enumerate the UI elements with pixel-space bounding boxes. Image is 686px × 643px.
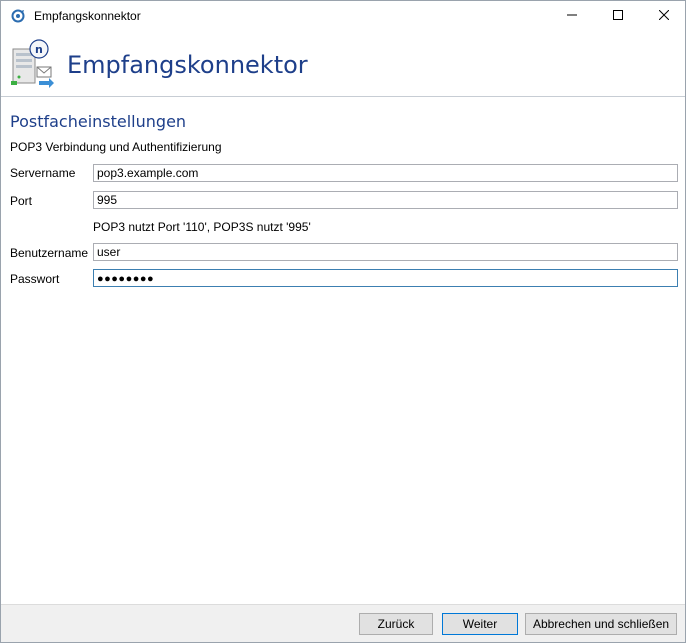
passwort-input[interactable] <box>93 269 678 287</box>
close-icon <box>658 9 670 23</box>
benutzername-input[interactable] <box>93 243 678 261</box>
passwort-label: Passwort <box>10 272 60 286</box>
dialog-window: Empfangskonnektor n Empfangskonnektor Po… <box>0 0 686 643</box>
servername-label: Servername <box>10 166 76 180</box>
password-masked-value: ●●●●●●●● <box>97 273 155 285</box>
svg-text:n: n <box>35 43 43 56</box>
port-hint: POP3 nutzt Port '110', POP3S nutzt '995' <box>93 220 311 234</box>
header-title: Empfangskonnektor <box>67 51 308 79</box>
window-title: Empfangskonnektor <box>34 9 141 23</box>
servername-input[interactable] <box>93 164 678 182</box>
maximize-button[interactable] <box>595 1 641 31</box>
port-label: Port <box>10 194 33 208</box>
benutzername-label: Benutzername <box>10 246 89 260</box>
maximize-icon <box>613 9 623 23</box>
cancel-close-button[interactable]: Abbrechen und schließen <box>525 613 677 635</box>
section-title: Postfacheinstellungen <box>10 112 187 131</box>
minimize-button[interactable] <box>549 1 595 31</box>
close-button[interactable] <box>641 1 686 31</box>
section-subtitle: POP3 Verbindung und Authentifizierung <box>10 140 222 154</box>
minimize-icon <box>567 9 577 23</box>
back-button[interactable]: Zurück <box>359 613 433 635</box>
dialog-header: n Empfangskonnektor <box>1 31 685 97</box>
dialog-footer: Zurück Weiter Abbrechen und schließen <box>1 604 685 642</box>
server-mail-connector-icon: n <box>9 37 57 89</box>
connector-app-icon <box>11 9 25 23</box>
port-input[interactable] <box>93 191 678 209</box>
next-button[interactable]: Weiter <box>442 613 518 635</box>
title-bar: Empfangskonnektor <box>1 1 685 31</box>
